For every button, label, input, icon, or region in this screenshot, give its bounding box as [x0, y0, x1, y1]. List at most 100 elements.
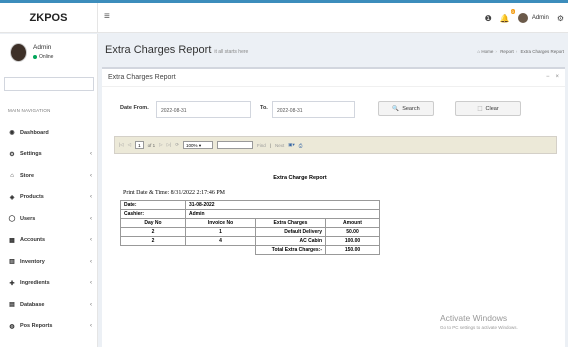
sidebar-item-label: Products — [20, 194, 44, 201]
date-value: 31-08-2022 — [185, 200, 380, 210]
zoom-value: 100% — [186, 143, 198, 148]
sidebar-item-store[interactable]: ⌂ Store ‹ — [0, 165, 98, 187]
app-logo[interactable]: ZKPOS Restaurant — [0, 3, 98, 54]
find-input[interactable] — [217, 141, 254, 149]
report-date-row: Date: 31-08-2022 — [120, 200, 380, 210]
date-from-input[interactable]: 2022-08-31 — [156, 101, 251, 118]
total-value: 150.00 — [325, 245, 380, 255]
print-icon[interactable]: ⎙ — [299, 143, 303, 148]
sidebar-item-ingredients[interactable]: ✚ Ingredients ‹ — [0, 273, 98, 295]
box-header: Extra Charges Report − × — [102, 69, 565, 87]
top-navbar: ≡ ❶ 🔔 0 Admin ⚙ — [98, 3, 568, 33]
chevron-left-icon: ‹ — [90, 172, 92, 179]
breadcrumb-report[interactable]: Report — [500, 49, 514, 54]
notification-badge: 0 — [510, 8, 515, 14]
user-panel: Admin Online — [0, 34, 98, 74]
user-menu[interactable]: Admin — [517, 13, 549, 23]
database-icon: ▤ — [9, 302, 15, 309]
user-avatar — [10, 43, 27, 62]
user-menu-name: Admin — [531, 15, 549, 21]
last-page-icon[interactable]: ▷| — [167, 142, 172, 148]
sidebar-item-label: Inventory — [20, 258, 45, 265]
prev-page-icon[interactable]: ◁ — [128, 142, 131, 148]
clear-button[interactable]: ⬚ Clear — [455, 101, 521, 116]
zoom-select[interactable]: 100% ▾ — [183, 141, 214, 149]
day-no-cell: 2 — [120, 227, 186, 237]
date-to-input[interactable]: 2022-08-31 — [272, 101, 355, 118]
next-link[interactable]: Next — [275, 143, 284, 148]
menu-toggle-icon[interactable]: ≡ — [104, 12, 110, 22]
sidebar-item-label: Dashboard — [20, 129, 49, 136]
total-label: Total Extra Charges:- — [255, 245, 326, 255]
report-total-row: Total Extra Charges:- 150.00 — [121, 245, 380, 255]
info-icon[interactable]: ❶ — [485, 14, 492, 23]
sidebar-item-label: Settings — [20, 151, 42, 158]
refresh-icon[interactable]: ⟳ — [175, 142, 179, 148]
clear-button-label: Clear — [485, 105, 499, 112]
extra-charges-cell: Default Delivery — [255, 227, 326, 237]
sidebar-item-label: Store — [20, 172, 35, 179]
sidebar-item-label: Pos Reports — [20, 323, 53, 330]
user-icon: ◯ — [8, 216, 16, 223]
sidebar-item-accounts[interactable]: ▦ Accounts ‹ — [0, 230, 98, 252]
report-box: Extra Charges Report − × Date From. 2022… — [102, 67, 565, 347]
sidebar-item-products[interactable]: ◈ Products ‹ — [0, 187, 98, 209]
page-title-text: Extra Charges Report — [105, 44, 212, 56]
first-page-icon[interactable]: |◁ — [119, 142, 124, 148]
gear-icon: ⚙ — [9, 151, 15, 158]
sidebar: Admin Online MAIN NAVIGATION ◉ Dashboard ⚙… — [0, 34, 98, 347]
find-link[interactable]: Find — [257, 143, 266, 148]
breadcrumb-current: Extra Charges Report — [520, 49, 564, 54]
total-spacer — [121, 246, 186, 255]
column-header: Extra Charges — [255, 218, 326, 228]
sidebar-item-inventory[interactable]: ▥ Inventory ‹ — [0, 251, 98, 273]
sidebar-search-input[interactable] — [4, 77, 94, 91]
column-header: Invoice No — [185, 218, 256, 228]
cashier-label: Cashier: — [120, 209, 186, 219]
export-icon[interactable]: ▣▾ — [288, 142, 295, 148]
date-from-label: Date From. — [120, 105, 149, 111]
shield-icon: ◈ — [9, 194, 15, 201]
sidebar-item-pos-reports[interactable]: ◍ Pos Reports ‹ — [0, 316, 98, 338]
day-no-cell: 2 — [120, 236, 186, 246]
sidebar-item-label: Database — [20, 301, 45, 308]
column-header: Day No — [120, 218, 186, 228]
report-viewer-toolbar: |◁ ◁ 1 of 1 ▷ ▷| ⟳ 100% ▾ Find | Next ▣▾… — [114, 136, 557, 154]
report-title: Extra Charge Report — [273, 175, 327, 181]
calculator-icon: ▦ — [9, 237, 15, 244]
column-header: Amount — [325, 218, 380, 228]
search-button-label: Search — [402, 105, 420, 112]
amount-cell: 100.00 — [325, 236, 380, 246]
invoice-no-cell: 1 — [185, 227, 256, 237]
watermark-line1: Activate Windows — [440, 313, 508, 323]
settings-gear-icon[interactable]: ⚙ — [557, 14, 564, 23]
close-icon[interactable]: × — [555, 74, 559, 80]
chevron-down-icon: ▾ — [198, 143, 202, 148]
page-title: Extra Charges Report it all starts here — [105, 44, 248, 56]
sidebar-item-dashboard[interactable]: ◉ Dashboard — [0, 122, 98, 144]
next-page-icon[interactable]: ▷ — [159, 142, 162, 148]
sidebar-item-settings[interactable]: ⚙ Settings ‹ — [0, 144, 98, 166]
breadcrumb-home[interactable]: Home — [481, 49, 493, 54]
box-tools: − × — [546, 74, 559, 80]
filter-row: Date From. 2022-08-31 To. 2022-08-31 🔍 Se… — [120, 101, 560, 119]
sidebar-item-users[interactable]: ◯ Users ‹ — [0, 208, 98, 230]
sidebar-item-database[interactable]: ▤ Database ‹ — [0, 294, 98, 316]
clear-icon: ⬚ — [477, 105, 483, 112]
table-row: 2 1 Default Delivery 50.00 — [120, 227, 380, 237]
notification-bell-icon[interactable]: 🔔 0 — [500, 8, 515, 23]
chevron-left-icon: ‹ — [90, 323, 92, 330]
box-title: Extra Charges Report — [108, 74, 176, 81]
plus-icon: ✚ — [9, 280, 15, 287]
avatar — [517, 13, 528, 23]
search-button[interactable]: 🔍 Search — [378, 101, 434, 116]
nav-header: MAIN NAVIGATION — [8, 108, 51, 113]
collapse-icon[interactable]: − — [546, 74, 550, 80]
report-cashier-row: Cashier: Admin — [120, 209, 380, 219]
search-icon: 🔍 — [392, 105, 400, 112]
content-header: Extra Charges Report it all starts here ⌂… — [98, 34, 568, 64]
breadcrumb: ⌂ Home › Report › Extra Charges Report — [477, 49, 564, 54]
chevron-left-icon: ‹ — [90, 280, 92, 287]
page-number-input[interactable]: 1 — [135, 141, 144, 149]
chart-icon: ▥ — [9, 259, 15, 266]
